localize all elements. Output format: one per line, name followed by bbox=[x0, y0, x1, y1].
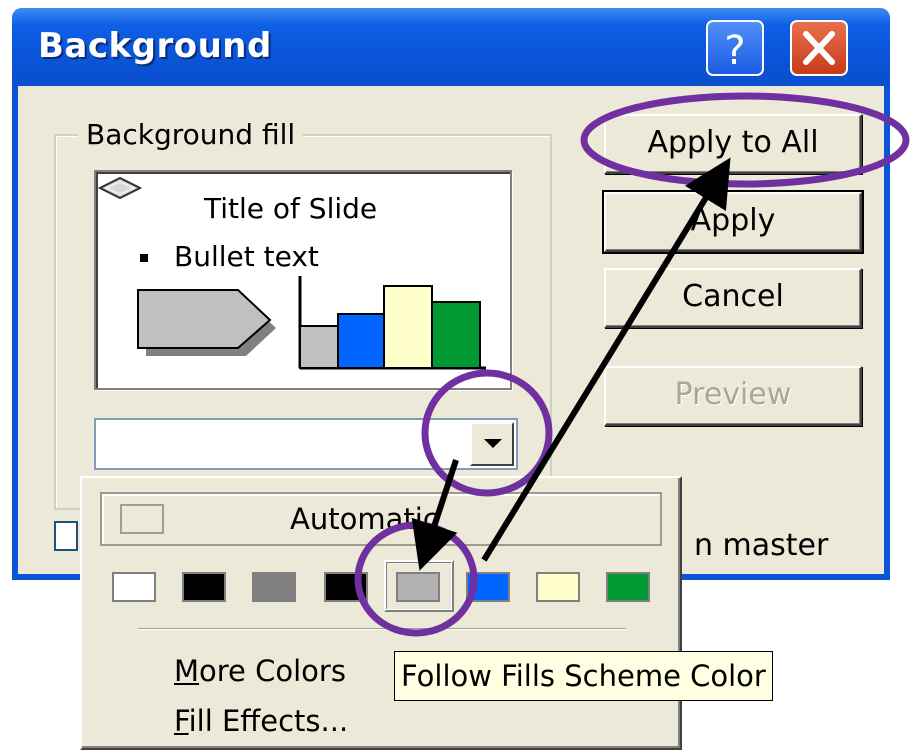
swatch-green[interactable] bbox=[606, 572, 650, 602]
color-dropdown-menu: Automatic More Colors Fill Effects... bbox=[80, 476, 682, 750]
cancel-button[interactable]: Cancel bbox=[604, 268, 862, 328]
chevron-down-icon bbox=[484, 439, 502, 448]
preview-bar-3 bbox=[383, 285, 433, 369]
menu-separator bbox=[138, 628, 626, 630]
apply-button[interactable]: Apply bbox=[602, 190, 864, 254]
diamond-icon bbox=[98, 176, 143, 200]
close-button[interactable] bbox=[790, 20, 848, 76]
preview-bar-1 bbox=[299, 325, 339, 369]
swatch-light-yellow[interactable] bbox=[536, 572, 580, 602]
swatch-blue[interactable] bbox=[466, 572, 510, 602]
dialog-title: Background bbox=[38, 26, 272, 66]
swatch-black[interactable] bbox=[182, 572, 226, 602]
group-label: Background fill bbox=[78, 118, 304, 151]
combobox-dropdown-button[interactable] bbox=[470, 422, 514, 466]
more-colors-item[interactable]: More Colors bbox=[174, 654, 346, 688]
preview-bullet-text: Bullet text bbox=[174, 240, 319, 273]
help-button[interactable]: ? bbox=[706, 20, 764, 76]
preview-arrow-shape bbox=[137, 289, 276, 356]
swatch-silver[interactable] bbox=[396, 572, 440, 602]
automatic-label: Automatic bbox=[290, 502, 439, 536]
fill-effects-item[interactable]: Fill Effects... bbox=[174, 704, 348, 738]
preview-bullet: Bullet text bbox=[140, 240, 319, 273]
omit-graphics-label: n master bbox=[694, 528, 829, 563]
tooltip: Follow Fills Scheme Color bbox=[394, 651, 773, 701]
apply-to-all-button[interactable]: Apply to All bbox=[604, 114, 862, 174]
title-bar: Background ? bbox=[12, 8, 890, 86]
swatch-gray[interactable] bbox=[252, 572, 296, 602]
svg-text:?: ? bbox=[724, 28, 745, 74]
preview-slide-title: Title of Slide bbox=[204, 192, 378, 225]
slide-preview: Title of Slide Bullet text bbox=[94, 170, 512, 390]
swatch-black-2[interactable] bbox=[324, 572, 368, 602]
preview-bar-4 bbox=[431, 301, 481, 369]
preview-bar-chart bbox=[298, 276, 486, 370]
close-icon bbox=[803, 31, 835, 65]
automatic-option[interactable]: Automatic bbox=[100, 492, 662, 546]
preview-bar-2 bbox=[337, 313, 385, 369]
preview-button: Preview bbox=[604, 366, 862, 426]
swatch-white[interactable] bbox=[112, 572, 156, 602]
fill-color-combobox[interactable] bbox=[94, 418, 518, 470]
omit-graphics-checkbox[interactable] bbox=[54, 521, 78, 551]
automatic-swatch bbox=[120, 504, 164, 534]
question-mark-icon: ? bbox=[724, 28, 745, 74]
